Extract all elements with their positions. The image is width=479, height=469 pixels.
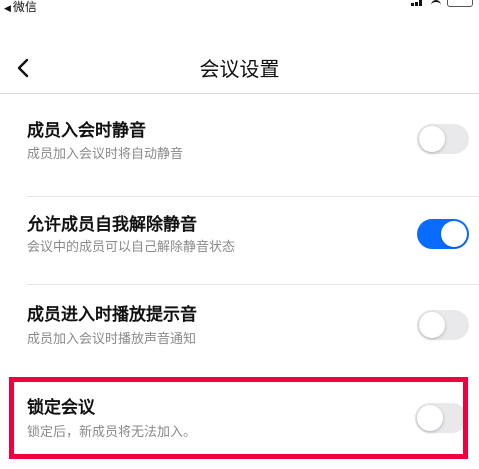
- setting-row-join-sound: 成员进入时播放提示音 成员加入会议时播放声音通知: [0, 290, 479, 376]
- setting-title: 锁定会议: [27, 398, 95, 418]
- status-back-label: 微信: [12, 0, 37, 14]
- nav-divider: [0, 93, 479, 94]
- back-triangle-icon: ◀: [4, 4, 11, 14]
- setting-description: 会议中的成员可以自己解除静音状态: [27, 240, 236, 255]
- mute-on-join-toggle[interactable]: [417, 124, 469, 154]
- toggle-knob: [419, 126, 445, 152]
- wifi-icon: [431, 0, 441, 8]
- status-back-to-app[interactable]: ◀ 微信: [4, 0, 37, 16]
- battery-icon: [447, 0, 473, 7]
- allow-self-unmute-toggle[interactable]: [417, 219, 469, 249]
- toggle-knob: [419, 312, 445, 338]
- lock-meeting-toggle[interactable]: [415, 403, 467, 433]
- row-separator: [27, 196, 479, 197]
- page-title: 会议设置: [199, 57, 280, 81]
- row-separator: [27, 284, 479, 285]
- setting-row-lock-meeting: 锁定会议 锁定后，新成员将无法加入。: [0, 383, 479, 469]
- setting-description: 成员加入会议时播放声音通知: [27, 332, 197, 347]
- setting-description: 锁定后，新成员将无法加入。: [27, 425, 197, 440]
- toggle-knob: [441, 221, 467, 247]
- setting-title: 成员进入时播放提示音: [27, 305, 197, 325]
- toggle-knob: [417, 405, 443, 431]
- setting-title: 成员入会时静音: [27, 121, 146, 141]
- setting-row-allow-self-unmute: 允许成员自我解除静音 会议中的成员可以自己解除静音状态: [0, 200, 479, 286]
- join-sound-toggle[interactable]: [417, 310, 469, 340]
- setting-title: 允许成员自我解除静音: [27, 215, 197, 235]
- navigation-bar: 会议设置: [0, 48, 479, 90]
- setting-description: 成员加入会议时将自动静音: [27, 147, 184, 162]
- status-indicators: [411, 0, 473, 8]
- status-bar: ◀ 微信: [0, 0, 479, 18]
- setting-row-mute-on-join: 成员入会时静音 成员加入会议时将自动静音: [0, 106, 479, 192]
- signal-icon: [411, 0, 425, 6]
